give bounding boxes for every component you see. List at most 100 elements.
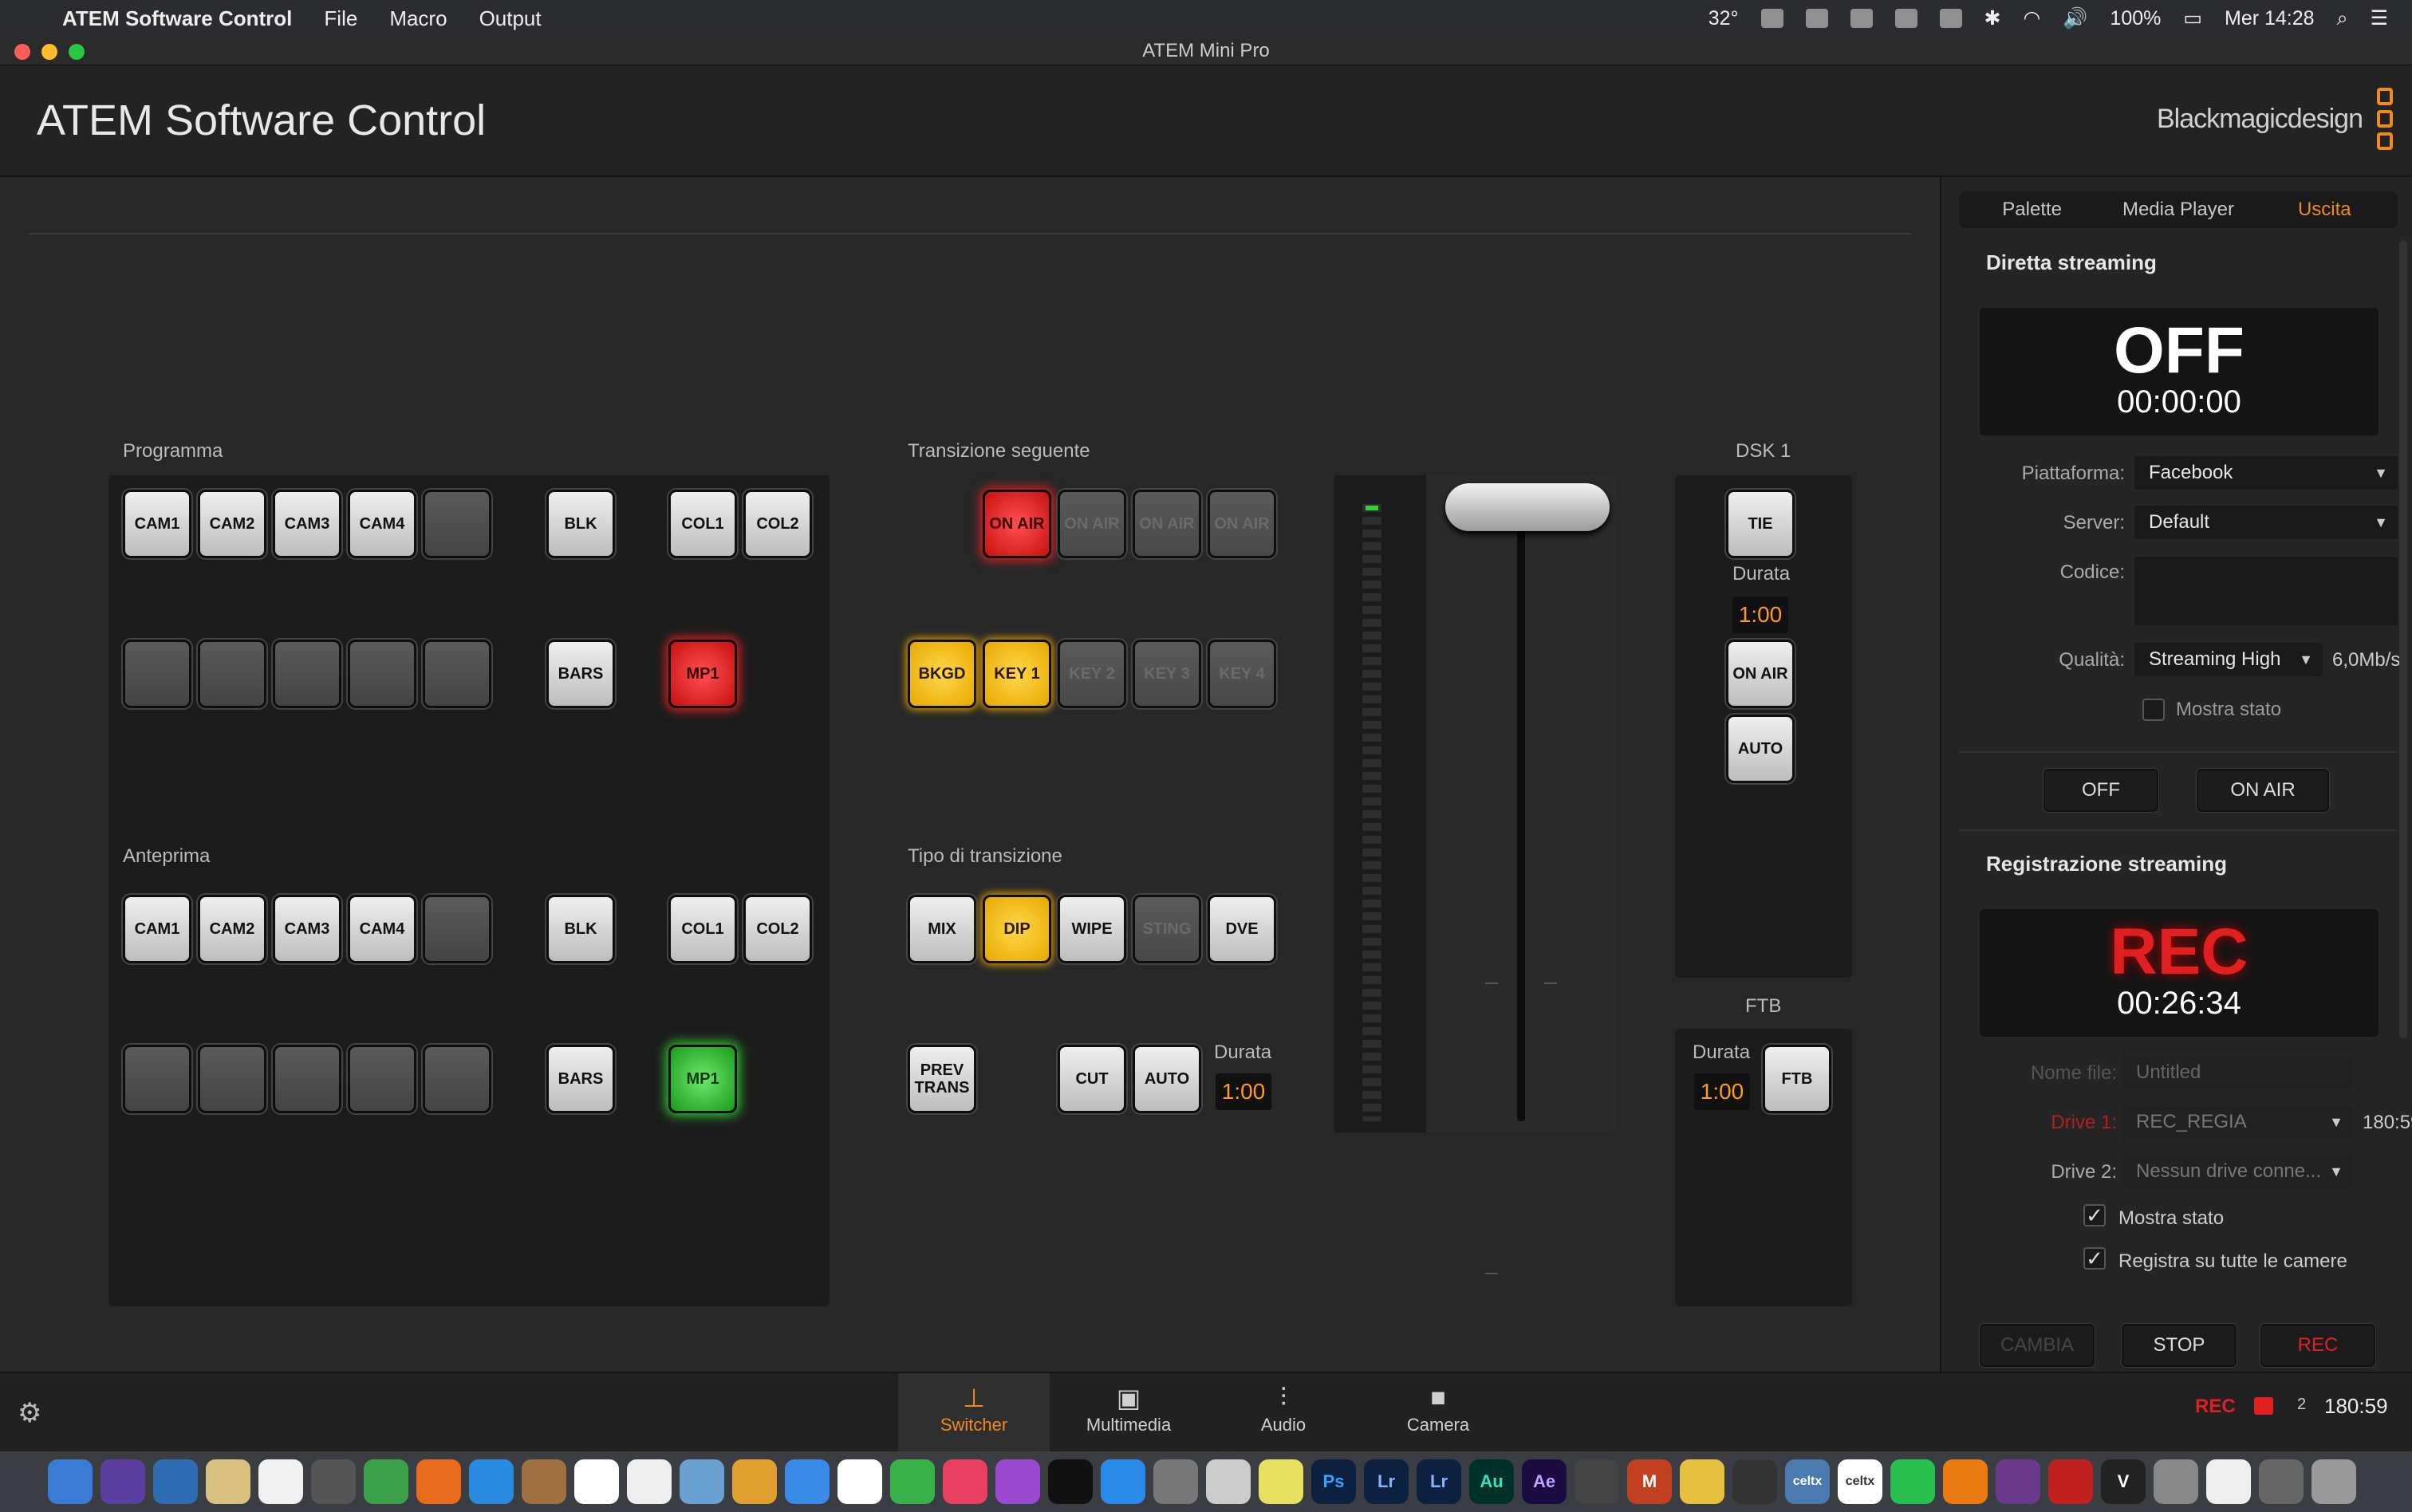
lightroom-classic-icon[interactable]: Lr [1417,1459,1461,1504]
key2-on-air-button[interactable]: ON AIR [1058,490,1126,558]
key-input[interactable] [2134,557,2398,625]
transition-duration-field[interactable]: 1:00 [1216,1073,1271,1110]
mix-button[interactable]: MIX [908,895,976,963]
next-on-air-button[interactable]: ON AIR [983,490,1051,558]
program-col2-button[interactable]: COL2 [743,490,812,558]
program-empty-button[interactable] [273,640,341,708]
battery-percent[interactable]: 100% [2110,7,2161,30]
app-icon[interactable]: celtx [1838,1459,1882,1504]
preview-empty-button[interactable] [423,1045,491,1113]
safari-icon[interactable] [469,1459,514,1504]
menu-output[interactable]: Output [479,6,542,31]
preview-cam4-button[interactable]: CAM4 [348,895,416,963]
app-icon[interactable] [2048,1459,2093,1504]
drive2-dropdown[interactable]: Nessun drive conne... ▼ [2122,1155,2353,1188]
calendar-icon[interactable] [574,1459,619,1504]
program-cam3-button[interactable]: CAM3 [273,490,341,558]
tab-audio[interactable]: ⫶ Audio [1208,1373,1359,1453]
drive1-dropdown[interactable]: REC_REGIA ▼ [2122,1105,2353,1139]
bluetooth-icon[interactable]: ✱ [1984,6,2001,30]
quality-dropdown[interactable]: Streaming High ▼ [2134,643,2323,676]
fader-handle[interactable] [1445,483,1610,531]
preview-col2-button[interactable]: COL2 [743,895,812,963]
app-icon[interactable] [1680,1459,1724,1504]
preview-empty-button[interactable] [348,1045,416,1113]
app-icon[interactable] [258,1459,303,1504]
program-cam4-button[interactable]: CAM4 [348,490,416,558]
bkgd-button[interactable]: BKGD [908,640,976,708]
photos-icon[interactable] [732,1459,777,1504]
volume-icon[interactable]: 🔊 [2063,7,2087,30]
zoom-window-button[interactable] [69,44,85,60]
davinci-resolve-icon[interactable] [1574,1459,1619,1504]
dsk1-tie-button[interactable]: TIE [1726,490,1795,558]
stream-off-button[interactable]: OFF [2044,769,2158,812]
dip-button[interactable]: DIP [983,895,1051,963]
tab-camera[interactable]: ■ Camera [1362,1373,1514,1453]
appstore-icon[interactable] [1101,1459,1145,1504]
system-preferences-icon[interactable] [1153,1459,1198,1504]
app-icon[interactable] [1996,1459,2040,1504]
menu-macro[interactable]: Macro [389,6,447,31]
app-icon[interactable]: celtx [1785,1459,1830,1504]
app-icon[interactable] [206,1459,250,1504]
switch-drive-button[interactable]: CAMBIA [1980,1324,2095,1367]
program-bars-button[interactable]: BARS [546,640,615,708]
maps-icon[interactable] [680,1459,724,1504]
program-blk-button[interactable]: BLK [546,490,615,558]
clock[interactable]: Mer 14:28 [2225,7,2315,30]
launchpad-icon[interactable] [311,1459,356,1504]
tab-multimedia[interactable]: ▣ Multimedia [1053,1373,1204,1453]
app-icon[interactable] [2259,1459,2304,1504]
ftb-duration-field[interactable]: 1:00 [1694,1073,1750,1110]
preview-bars-button[interactable]: BARS [546,1045,615,1113]
close-window-button[interactable] [14,44,30,60]
wifi-icon[interactable]: ◠ [2023,6,2040,30]
tab-palette[interactable]: Palette [1959,191,2105,228]
spotlight-search-icon[interactable]: ⌕ [2337,7,2348,30]
program-empty-button[interactable] [423,640,491,708]
program-empty-button[interactable] [423,490,491,558]
server-dropdown[interactable]: Default ▼ [2134,506,2398,539]
tab-media-player[interactable]: Media Player [2105,191,2251,228]
filename-input[interactable]: Untitled [2122,1056,2353,1089]
tab-switcher[interactable]: ⊥ Switcher [898,1373,1050,1453]
dsk1-on-air-button[interactable]: ON AIR [1726,640,1795,708]
document-icon[interactable] [2206,1459,2251,1504]
key1-button[interactable]: KEY 1 [983,640,1051,708]
preview-empty-button[interactable] [423,895,491,963]
vlc-icon[interactable] [1943,1459,1988,1504]
preview-cam2-button[interactable]: CAM2 [198,895,266,963]
sting-button[interactable]: STING [1133,895,1201,963]
auto-button[interactable]: AUTO [1133,1045,1201,1113]
rec-stop-button[interactable]: STOP [2122,1324,2237,1367]
app-icon[interactable]: V [2101,1459,2146,1504]
minimize-window-button[interactable] [41,44,57,60]
panel-scrollbar[interactable] [2399,241,2407,1038]
siri-icon[interactable] [100,1459,145,1504]
program-col1-button[interactable]: COL1 [668,490,737,558]
program-mp1-button[interactable]: MP1 [668,640,737,708]
program-empty-button[interactable] [348,640,416,708]
facetime-icon[interactable] [890,1459,935,1504]
cut-button[interactable]: CUT [1058,1045,1126,1113]
dsk1-auto-button[interactable]: AUTO [1726,715,1795,783]
after-effects-icon[interactable]: Ae [1522,1459,1567,1504]
preview-cam1-button[interactable]: CAM1 [123,895,191,963]
trash-icon[interactable] [2312,1459,2356,1504]
key3-button[interactable]: KEY 3 [1133,640,1201,708]
whatsapp-icon[interactable] [1890,1459,1935,1504]
rec-button[interactable]: REC [2260,1324,2375,1367]
preview-mp1-button[interactable]: MP1 [668,1045,737,1113]
program-cam2-button[interactable]: CAM2 [198,490,266,558]
music-icon[interactable] [943,1459,987,1504]
record-all-cameras-checkbox[interactable]: ✓ [2083,1247,2106,1270]
app-icon[interactable] [2154,1459,2198,1504]
show-rec-status-checkbox[interactable]: ✓ [2083,1204,2106,1227]
program-cam1-button[interactable]: CAM1 [123,490,191,558]
photoshop-icon[interactable]: Ps [1311,1459,1356,1504]
app-icon[interactable] [364,1459,408,1504]
stream-on-air-button[interactable]: ON AIR [2197,769,2329,812]
app-icon[interactable] [1206,1459,1251,1504]
status-icon[interactable] [1850,9,1873,28]
